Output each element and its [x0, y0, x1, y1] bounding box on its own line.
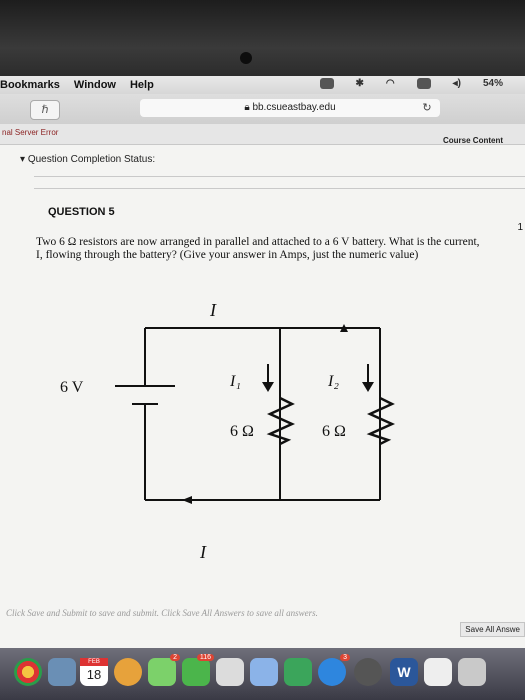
browser-toolbar: ℏ 🔒︎ bb.csueastbay.edu ↻ — [0, 94, 525, 125]
facetime-icon[interactable]: 116 — [182, 654, 214, 686]
question-points: 1 — [517, 222, 523, 233]
screen: Bookmarks Window Help ✱ ◠ ◂) 54% ℏ 🔒︎ bb… — [0, 76, 525, 700]
notes-icon[interactable] — [216, 658, 244, 686]
battery-percent: 54% — [482, 78, 503, 89]
word-icon[interactable]: W — [390, 658, 418, 686]
course-content-link[interactable]: Course Content — [443, 136, 503, 145]
volume-icon[interactable]: ◂) — [453, 78, 461, 89]
branch1-current-label: I₁ — [229, 373, 241, 390]
tray-icon[interactable] — [319, 78, 334, 89]
airplay-icon[interactable] — [416, 78, 431, 89]
chrome-icon[interactable] — [14, 658, 42, 686]
numbers-icon[interactable] — [284, 658, 312, 686]
webcam — [240, 52, 252, 64]
address-bar[interactable]: 🔒︎ bb.csueastbay.edu — [140, 99, 440, 117]
reload-icon[interactable]: ↻ — [420, 101, 434, 115]
question-heading: QUESTION 5 — [48, 206, 115, 218]
server-error-text: nal Server Error — [2, 128, 59, 137]
status-label: Question Completion Status: — [27, 154, 156, 165]
calendar-day: 18 — [86, 667, 102, 682]
circuit-diagram: 6 V I I I₁ I₂ 6 Ω 6 Ω — [60, 300, 396, 562]
current-top-label: I — [209, 300, 217, 320]
r2-label: 6 Ω — [322, 423, 346, 440]
app-store-icon[interactable]: 3 — [318, 654, 350, 686]
facetime-badge: 116 — [196, 654, 214, 661]
mac-dock: FEB 18 2 116 3 W — [0, 648, 525, 700]
calendar-month: FEB — [80, 658, 108, 666]
calendar-icon[interactable]: FEB 18 — [80, 658, 108, 686]
question-text: Two 6 Ω resistors are now arranged in pa… — [36, 236, 480, 261]
current-bottom-label: I — [199, 542, 207, 562]
menu-window[interactable]: Window — [74, 79, 116, 91]
mac-menubar: Bookmarks Window Help ✱ ◠ ◂) 54% — [0, 76, 525, 94]
wifi-icon[interactable]: ◠ — [386, 78, 395, 89]
chevron-down-icon: ▾ — [20, 154, 28, 165]
url-text: bb.csueastbay.edu — [252, 102, 336, 113]
bottom-wire-arrow — [182, 496, 192, 504]
question-completion-status[interactable]: ▾ Question Completion Status: — [20, 154, 155, 165]
messages-badge: 2 — [170, 654, 180, 661]
menu-help[interactable]: Help — [130, 79, 154, 91]
bluetooth-icon[interactable]: ✱ — [356, 78, 364, 89]
finder-icon[interactable] — [458, 658, 486, 686]
laptop-bezel — [0, 0, 525, 80]
keynote-icon[interactable] — [250, 658, 278, 686]
page-header: nal Server Error Course Content — [0, 124, 525, 145]
menubar-tray: ✱ ◠ ◂) 54% — [319, 78, 518, 89]
r1-label: 6 Ω — [230, 423, 254, 440]
arrow-i1-head — [262, 382, 274, 392]
save-all-answers-button[interactable]: Save All Answe — [460, 622, 525, 637]
system-preferences-icon[interactable] — [354, 658, 382, 686]
messages-icon[interactable]: 2 — [148, 654, 180, 686]
preview-icon[interactable] — [48, 658, 76, 686]
app-store-badge: 3 — [340, 654, 350, 661]
extension-button[interactable]: ℏ — [30, 100, 60, 120]
divider — [34, 176, 525, 177]
branch2-current-label: I₂ — [327, 373, 339, 390]
menu-bookmarks[interactable]: Bookmarks — [0, 79, 60, 91]
document-icon[interactable] — [424, 658, 452, 686]
divider — [34, 188, 525, 189]
photos-icon[interactable] — [114, 658, 142, 686]
battery-label: 6 V — [60, 379, 84, 396]
arrow-i2-head — [362, 382, 374, 392]
save-instructions: Click Save and Submit to save and submit… — [6, 608, 318, 618]
